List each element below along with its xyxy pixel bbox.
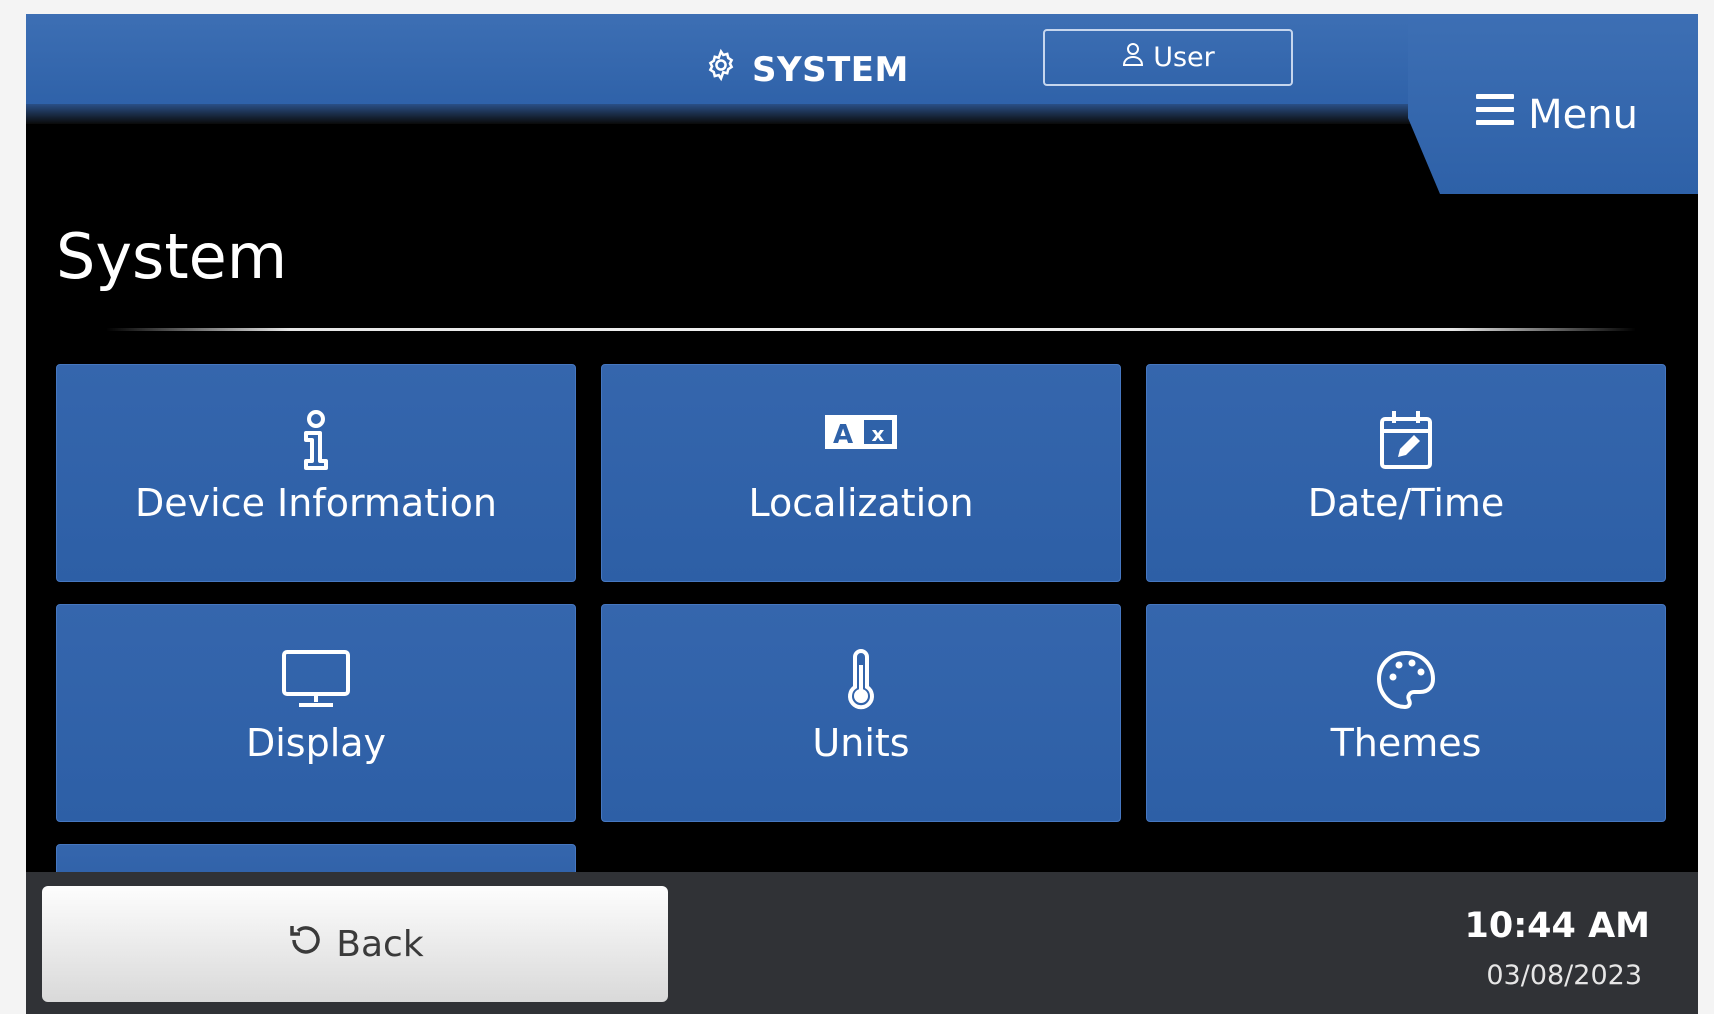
monitor-icon <box>57 649 575 713</box>
menu-button-label: Menu <box>1528 92 1638 138</box>
gear-icon <box>704 48 738 91</box>
user-icon <box>1121 41 1145 74</box>
tile-units[interactable]: Units <box>601 604 1121 822</box>
tile-localization[interactable]: A x Localization <box>601 364 1121 582</box>
system-screen: SYSTEM User Menu System Device Informati… <box>26 14 1698 1014</box>
back-button[interactable]: Back <box>42 886 668 1002</box>
tile-label: Date/Time <box>1307 481 1505 525</box>
hamburger-icon <box>1476 92 1516 138</box>
clock-date: 03/08/2023 <box>1486 960 1642 991</box>
info-icon <box>57 409 575 473</box>
undo-icon <box>286 921 324 968</box>
tile-label: Localization <box>748 481 974 525</box>
tile-display[interactable]: Display <box>56 604 576 822</box>
calendar-edit-icon <box>1147 409 1665 473</box>
tile-label: Display <box>245 721 387 765</box>
tile-label: Themes <box>1330 721 1482 765</box>
svg-text:A: A <box>833 420 853 450</box>
tile-date-time[interactable]: Date/Time <box>1146 364 1666 582</box>
palette-icon <box>1147 649 1665 713</box>
tile-label: Device Information <box>134 481 497 525</box>
menu-button[interactable]: Menu <box>1476 92 1638 138</box>
user-button[interactable]: User <box>1043 29 1293 86</box>
clock-time: 10:44 AM <box>1464 906 1650 946</box>
back-button-label: Back <box>336 923 424 965</box>
thermometer-icon <box>602 649 1120 713</box>
tile-device-information[interactable]: Device Information <box>56 364 576 582</box>
svg-text:x: x <box>872 422 885 446</box>
tile-themes[interactable]: Themes <box>1146 604 1666 822</box>
tile-label: Units <box>812 721 910 765</box>
title-divider <box>106 328 1636 331</box>
header-title: SYSTEM <box>752 49 909 90</box>
translate-icon: A x <box>602 409 1120 473</box>
user-button-label: User <box>1153 42 1215 73</box>
footer-bar: Back 10:44 AM 03/08/2023 <box>26 872 1698 1014</box>
header-title-group: SYSTEM <box>704 48 909 91</box>
page-title: System <box>56 220 288 293</box>
